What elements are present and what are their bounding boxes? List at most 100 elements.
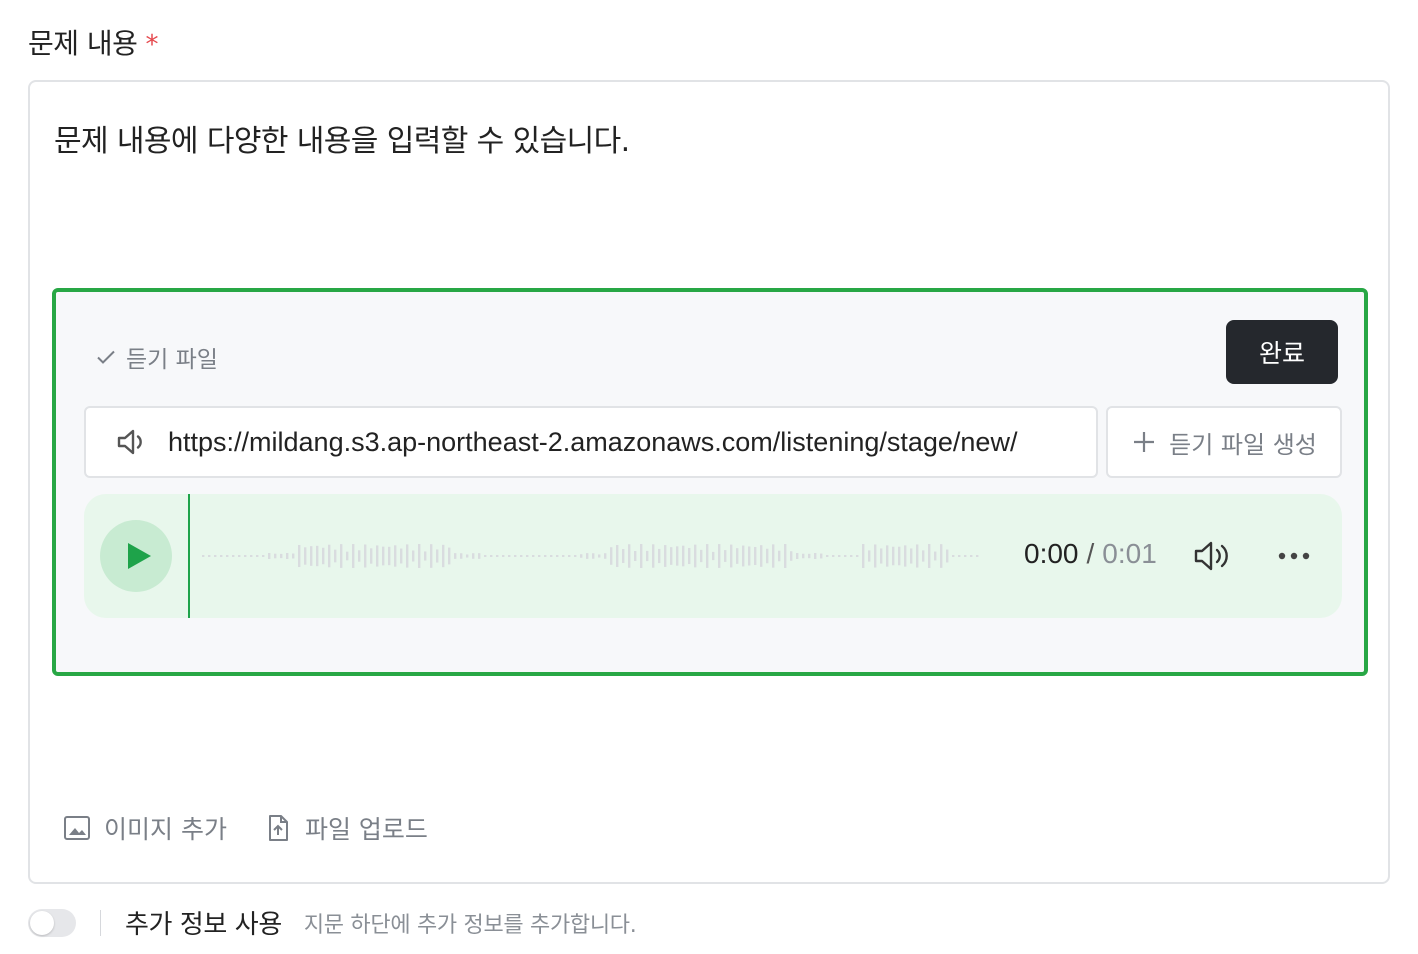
- waveform-bar: [634, 551, 637, 561]
- audio-block[interactable]: 듣기 파일 완료 https://mildang.s3.ap-northeast…: [52, 288, 1368, 676]
- waveform-bar: [436, 549, 439, 563]
- waveform-bar: [208, 555, 211, 557]
- waveform-bar: [244, 555, 247, 557]
- waveform-bar: [568, 555, 571, 557]
- waveform-bar: [850, 555, 853, 557]
- audio-title-label: 듣기 파일: [126, 347, 218, 373]
- waveform-bar: [874, 544, 877, 568]
- waveform-bar: [958, 555, 961, 557]
- waveform-bar: [490, 555, 493, 557]
- waveform-bar: [868, 550, 871, 562]
- extra-info-title: 추가 정보 사용: [125, 910, 282, 940]
- waveform-bar: [604, 553, 607, 559]
- waveform-bar: [322, 547, 325, 565]
- waveform-bar: [376, 545, 379, 567]
- waveform-bar: [658, 548, 661, 564]
- waveform[interactable]: [202, 532, 982, 580]
- waveform-bar: [364, 544, 367, 568]
- waveform-bar: [346, 551, 349, 561]
- waveform-bar: [202, 555, 205, 557]
- content-editor[interactable]: 문제 내용에 다양한 내용을 입력할 수 있습니다. 듣기 파일 완료 http…: [28, 80, 1390, 884]
- waveform-bar: [802, 553, 805, 559]
- plus-icon: [1134, 432, 1155, 452]
- waveform-bar: [280, 553, 283, 559]
- audio-block-title: 듣기 파일: [94, 340, 218, 374]
- waveform-bar: [892, 546, 895, 566]
- editor-text[interactable]: 문제 내용에 다양한 내용을 입력할 수 있습니다.: [54, 116, 630, 160]
- waveform-bar: [682, 545, 685, 567]
- waveform-bar: [526, 555, 529, 557]
- waveform-bar: [298, 544, 301, 568]
- waveform-bar: [646, 550, 649, 562]
- field-label-text: 문제 내용: [28, 27, 138, 60]
- waveform-bar: [754, 546, 757, 566]
- toggle-knob[interactable]: [30, 910, 54, 935]
- waveform-bar: [970, 555, 973, 557]
- waveform-bar: [508, 555, 511, 557]
- waveform-bar: [538, 555, 541, 557]
- waveform-bar: [556, 555, 559, 557]
- done-button[interactable]: 완료: [1226, 320, 1338, 384]
- add-image-button[interactable]: 이미지 추가: [62, 810, 227, 846]
- waveform-bar: [502, 555, 505, 557]
- waveform-bar: [640, 544, 643, 568]
- add-image-label: 이미지 추가: [104, 815, 227, 844]
- upload-file-button[interactable]: 파일 업로드: [263, 810, 428, 846]
- waveform-bar: [532, 555, 535, 557]
- volume-icon[interactable]: [1192, 536, 1236, 576]
- waveform-bar: [706, 544, 709, 568]
- waveform-bar: [922, 550, 925, 562]
- audio-url-field[interactable]: https://mildang.s3.ap-northeast-2.amazon…: [84, 406, 1098, 478]
- waveform-bar: [586, 553, 589, 559]
- speaker-icon: [117, 429, 142, 455]
- waveform-bar: [358, 550, 361, 562]
- generate-audio-button[interactable]: 듣기 파일 생성: [1106, 406, 1342, 478]
- waveform-bar: [466, 554, 469, 558]
- waveform-bar: [382, 546, 385, 566]
- current-time: 0:00: [1024, 538, 1079, 569]
- waveform-bar: [808, 553, 811, 559]
- waveform-bar: [412, 550, 415, 562]
- waveform-bar: [352, 544, 355, 568]
- waveform-bar: [550, 555, 553, 557]
- extra-info-toggle[interactable]: [28, 908, 76, 937]
- check-icon: [97, 350, 115, 364]
- waveform-bar: [688, 547, 691, 565]
- waveform-bar: [592, 553, 595, 559]
- waveform-bar: [826, 555, 829, 557]
- waveform-bar: [286, 553, 289, 559]
- file-upload-icon: [268, 815, 288, 841]
- waveform-bar: [250, 555, 253, 557]
- waveform-bar: [472, 553, 475, 559]
- playhead[interactable]: [188, 494, 190, 618]
- more-icon[interactable]: [1274, 544, 1314, 568]
- audio-url-text[interactable]: https://mildang.s3.ap-northeast-2.amazon…: [168, 427, 1017, 458]
- waveform-bar: [514, 555, 517, 557]
- waveform-bar: [790, 551, 793, 561]
- waveform-bar: [712, 551, 715, 561]
- waveform-bar: [946, 549, 949, 563]
- play-button[interactable]: [100, 520, 172, 592]
- waveform-bar: [226, 555, 229, 557]
- waveform-bar: [256, 555, 259, 557]
- waveform-bar: [778, 550, 781, 562]
- waveform-bar: [880, 548, 883, 564]
- waveform-bar: [394, 545, 397, 567]
- waveform-bar: [232, 555, 235, 557]
- waveform-bar: [862, 544, 865, 568]
- time-display: 0:00/0:01: [1024, 538, 1157, 570]
- time-separator: /: [1086, 538, 1095, 569]
- waveform-bar: [766, 548, 769, 564]
- waveform-bar: [856, 555, 859, 557]
- waveform-bar: [580, 554, 583, 558]
- waveform-bar: [598, 554, 601, 558]
- waveform-bar: [340, 544, 343, 568]
- field-label: 문제 내용 *: [28, 22, 158, 62]
- waveform-bar: [484, 555, 487, 557]
- waveform-bar: [796, 553, 799, 559]
- waveform-bar: [916, 544, 919, 568]
- waveform-bar: [718, 544, 721, 568]
- audio-player[interactable]: 0:00/0:01: [84, 494, 1342, 618]
- waveform-bar: [334, 549, 337, 563]
- image-icon: [64, 816, 90, 840]
